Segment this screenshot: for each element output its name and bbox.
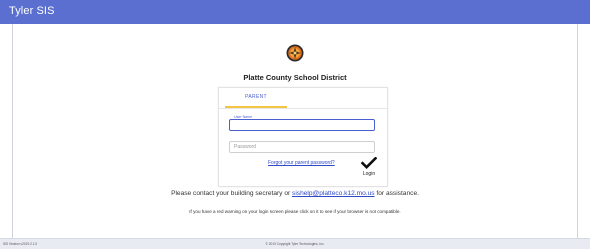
- copyright-text: © 2019 Copyright Tyler Technologies, Inc…: [265, 242, 325, 246]
- checkmark-icon: [361, 157, 377, 169]
- contact-message: Please contact your building secretary o…: [0, 190, 590, 197]
- forgot-password-link[interactable]: Forgot your parent password?: [268, 160, 335, 166]
- district-name: Platte County School District: [243, 73, 347, 82]
- contact-prefix: Please contact your building secretary o…: [171, 190, 293, 197]
- login-label: Login: [362, 171, 376, 177]
- top-bar: Tyler SIS: [0, 0, 590, 24]
- district-seal-icon: [286, 44, 304, 62]
- login-card: PARENT User Name Forgot your parent pass…: [218, 87, 388, 187]
- contact-suffix: for assistance.: [374, 190, 419, 197]
- footer-bar: SIS Version v2019.2.1.0 © 2019 Copyright…: [0, 238, 590, 249]
- username-label: User Name: [232, 115, 255, 119]
- username-field[interactable]: [229, 119, 375, 131]
- app-brand[interactable]: Tyler SIS: [9, 5, 55, 17]
- login-tabs: PARENT: [219, 88, 387, 109]
- support-email-link[interactable]: sishelp@platteco.k12.mo.us: [292, 190, 375, 197]
- password-field[interactable]: [229, 141, 375, 153]
- browser-warning-note: If you have a red warning on your login …: [189, 209, 401, 214]
- tab-parent[interactable]: PARENT: [225, 88, 287, 108]
- login-button[interactable]: Login: [359, 157, 379, 179]
